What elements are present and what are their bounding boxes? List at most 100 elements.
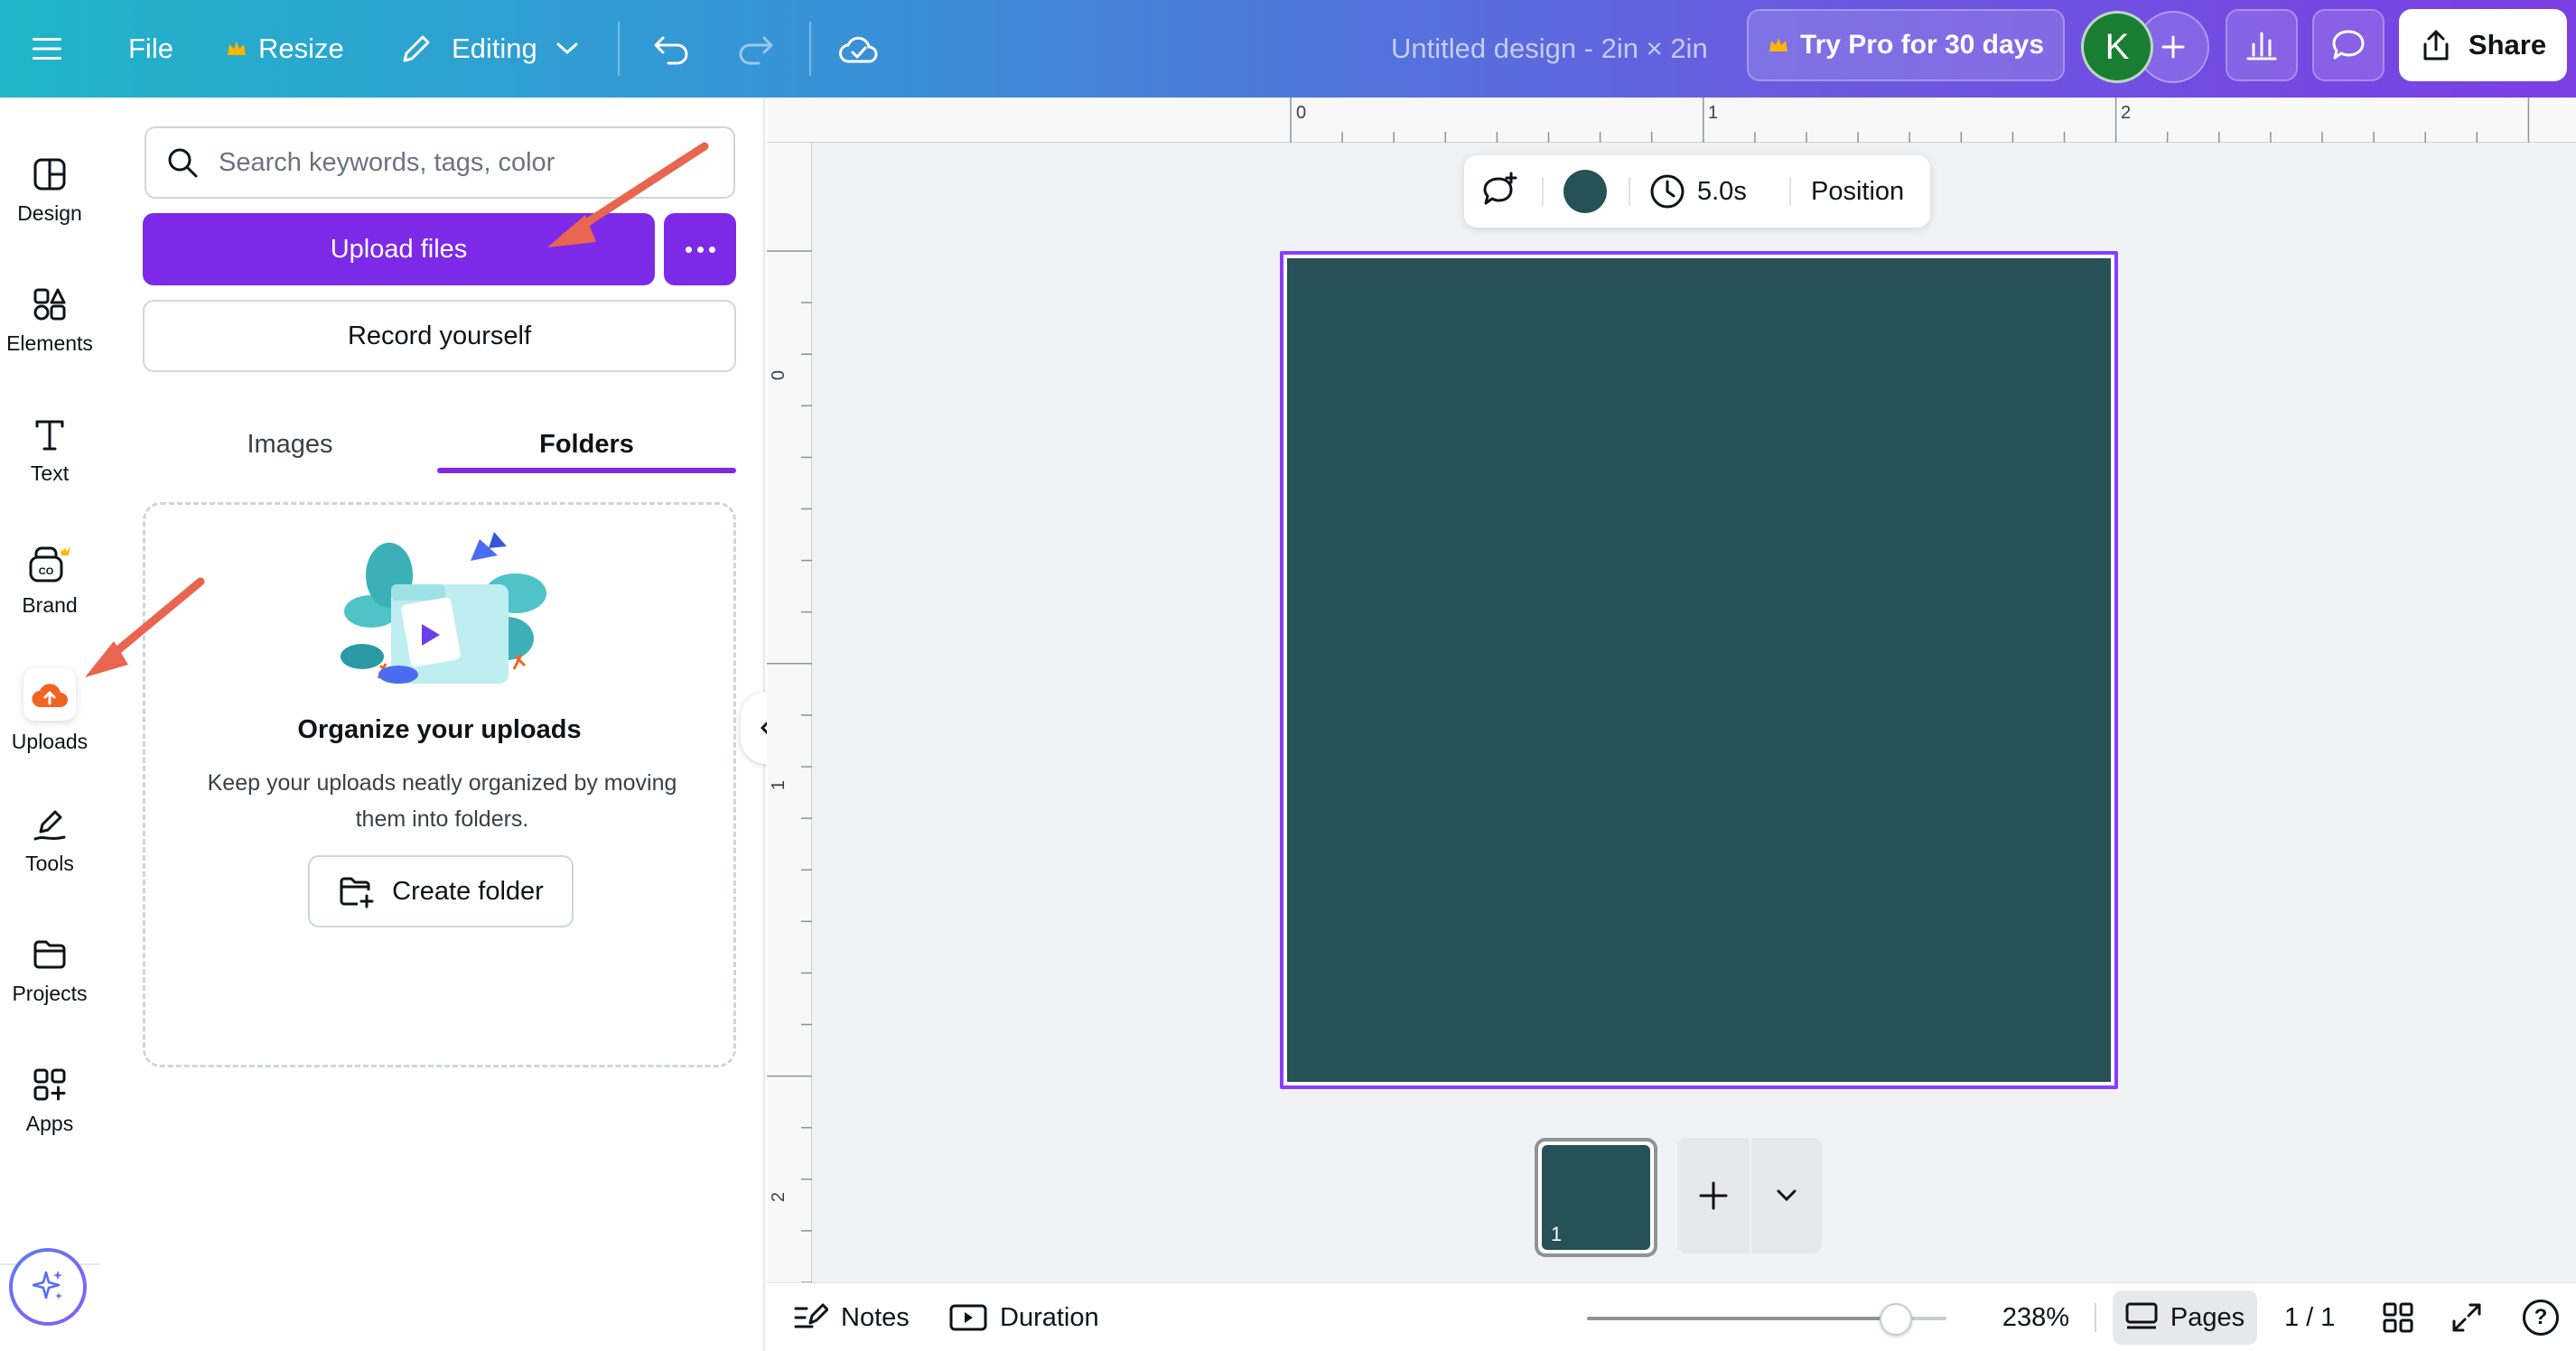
position-button[interactable]: Position: [1811, 155, 1904, 228]
comment-icon: [2332, 30, 2365, 60]
uploads-icon: [32, 683, 68, 707]
record-yourself-button[interactable]: Record yourself: [143, 300, 736, 372]
clock-icon: [1650, 174, 1685, 209]
search-box[interactable]: [145, 126, 735, 199]
share-button[interactable]: Share: [2399, 9, 2567, 81]
avatar-initial: K: [2105, 26, 2130, 67]
magic-sparkle-icon: [32, 1271, 62, 1300]
page-number: 1: [1551, 1223, 1563, 1245]
rail-item-label: Projects: [12, 981, 88, 1005]
canvas-selection-frame[interactable]: [1280, 251, 2118, 1089]
redo-icon: [739, 36, 773, 65]
comments-button[interactable]: [2312, 9, 2385, 81]
rail-item-projects[interactable]: Projects: [0, 912, 99, 1030]
duration-timeline-button[interactable]: Duration: [949, 1283, 1099, 1351]
fullscreen-button[interactable]: [2450, 1283, 2483, 1351]
pages-button[interactable]: Pages: [2113, 1290, 2257, 1345]
chevron-down-icon: [556, 42, 578, 55]
page-counter: 1 / 1: [2284, 1283, 2335, 1351]
share-upload-icon: [2423, 30, 2449, 61]
menu-button[interactable]: [31, 0, 63, 98]
rail-item-label: Design: [17, 200, 82, 225]
duration-label: Duration: [1000, 1302, 1099, 1332]
color-swatch-button[interactable]: [1563, 170, 1607, 213]
redo-button[interactable]: [735, 0, 775, 98]
element-toolbar: 5.0s Position: [1464, 155, 1930, 228]
page-count: 1 / 1: [2284, 1302, 2336, 1332]
grid-view-icon: [2383, 1302, 2413, 1333]
insights-button[interactable]: [2226, 9, 2298, 81]
text-icon: [35, 420, 64, 450]
file-menu-button[interactable]: File: [128, 0, 173, 98]
comment-plus-icon: [1483, 172, 1517, 205]
resize-label: Resize: [258, 33, 344, 64]
duration-value: 5.0s: [1697, 176, 1747, 206]
user-avatar[interactable]: K: [2081, 11, 2153, 83]
search-input[interactable]: [219, 147, 724, 178]
topbar-divider: [618, 22, 620, 76]
rail-item-label: Tools: [25, 851, 74, 875]
design-title[interactable]: Untitled design - 2in × 2in: [1391, 0, 1708, 98]
bar-chart-icon: [2246, 32, 2277, 61]
tab-images[interactable]: Images: [143, 408, 437, 480]
ruler-label: 0: [1296, 103, 1307, 123]
zoom-level-button[interactable]: 238%: [1988, 1283, 2069, 1351]
active-indicator: [23, 667, 76, 721]
notes-label: Notes: [841, 1302, 910, 1332]
grid-view-button[interactable]: [2382, 1283, 2414, 1351]
ruler-label: 0: [769, 369, 789, 381]
add-comment-button[interactable]: [1480, 172, 1520, 211]
pencil-icon: [403, 35, 430, 62]
tab-label: Folders: [539, 429, 634, 459]
page-options-button[interactable]: [1751, 1138, 1822, 1253]
upload-files-button[interactable]: Upload files: [143, 213, 655, 285]
notes-icon: [794, 1303, 828, 1328]
magic-assistant-button[interactable]: [9, 1248, 87, 1326]
help-icon: ?: [2523, 1300, 2559, 1336]
uploads-panel: Upload files Record yourself Images Fold…: [99, 98, 765, 1351]
hamburger-menu-icon: [33, 38, 61, 60]
design-title-text: Untitled design - 2in × 2in: [1391, 33, 1708, 64]
resize-button[interactable]: Resize: [226, 0, 344, 98]
canvas-workspace: 0 1 2 0 1 2 5.0s Position 1: [767, 98, 2576, 1282]
record-yourself-label: Record yourself: [347, 321, 532, 350]
bottom-bar: Notes Duration 238% Pages 1 / 1 ?: [767, 1282, 2576, 1351]
search-icon: [168, 148, 198, 178]
notes-button[interactable]: Notes: [794, 1283, 910, 1351]
help-button[interactable]: ?: [2523, 1283, 2559, 1351]
rail-item-tools[interactable]: Tools: [0, 782, 99, 899]
add-page-button[interactable]: [1677, 1138, 1750, 1253]
editing-mode-button[interactable]: Editing: [399, 0, 579, 98]
more-upload-options-button[interactable]: [664, 213, 736, 285]
plus-icon: [2161, 35, 2185, 59]
zoom-slider-handle[interactable]: [1880, 1303, 1913, 1336]
rail-item-brand[interactable]: CO Brand: [0, 522, 99, 639]
ruler-label: 2: [769, 1191, 789, 1203]
design-canvas[interactable]: [1287, 258, 2111, 1082]
add-page-group: [1677, 1138, 1822, 1253]
toolbar-divider: [1629, 177, 1630, 206]
rail-item-uploads[interactable]: Uploads: [0, 652, 99, 769]
upload-files-label: Upload files: [330, 234, 468, 264]
create-folder-button[interactable]: Create folder: [308, 855, 574, 927]
rail-item-elements[interactable]: Elements: [0, 262, 99, 379]
cloud-check-icon: [839, 36, 878, 63]
brand-icon: CO: [29, 545, 70, 582]
undo-button[interactable]: [652, 0, 692, 98]
play-screen-icon: [949, 1304, 987, 1331]
try-pro-button[interactable]: Try Pro for 30 days: [1747, 9, 2065, 81]
rail-item-label: Text: [30, 461, 70, 485]
rail-item-text[interactable]: Text: [0, 392, 99, 509]
save-status-button[interactable]: [838, 0, 880, 98]
rail-item-label: Elements: [6, 331, 93, 355]
rail-item-apps[interactable]: Apps: [0, 1042, 99, 1160]
try-pro-label: Try Pro for 30 days: [1799, 30, 2045, 60]
rail-item-label: Apps: [25, 1111, 74, 1135]
duration-button[interactable]: 5.0s: [1648, 155, 1747, 228]
position-label: Position: [1811, 176, 1905, 206]
editing-label: Editing: [452, 33, 537, 64]
projects-icon: [33, 940, 66, 968]
page-thumbnail[interactable]: 1: [1535, 1138, 1657, 1257]
rail-item-design[interactable]: Design: [0, 132, 99, 249]
help-label: ?: [2534, 1305, 2548, 1329]
